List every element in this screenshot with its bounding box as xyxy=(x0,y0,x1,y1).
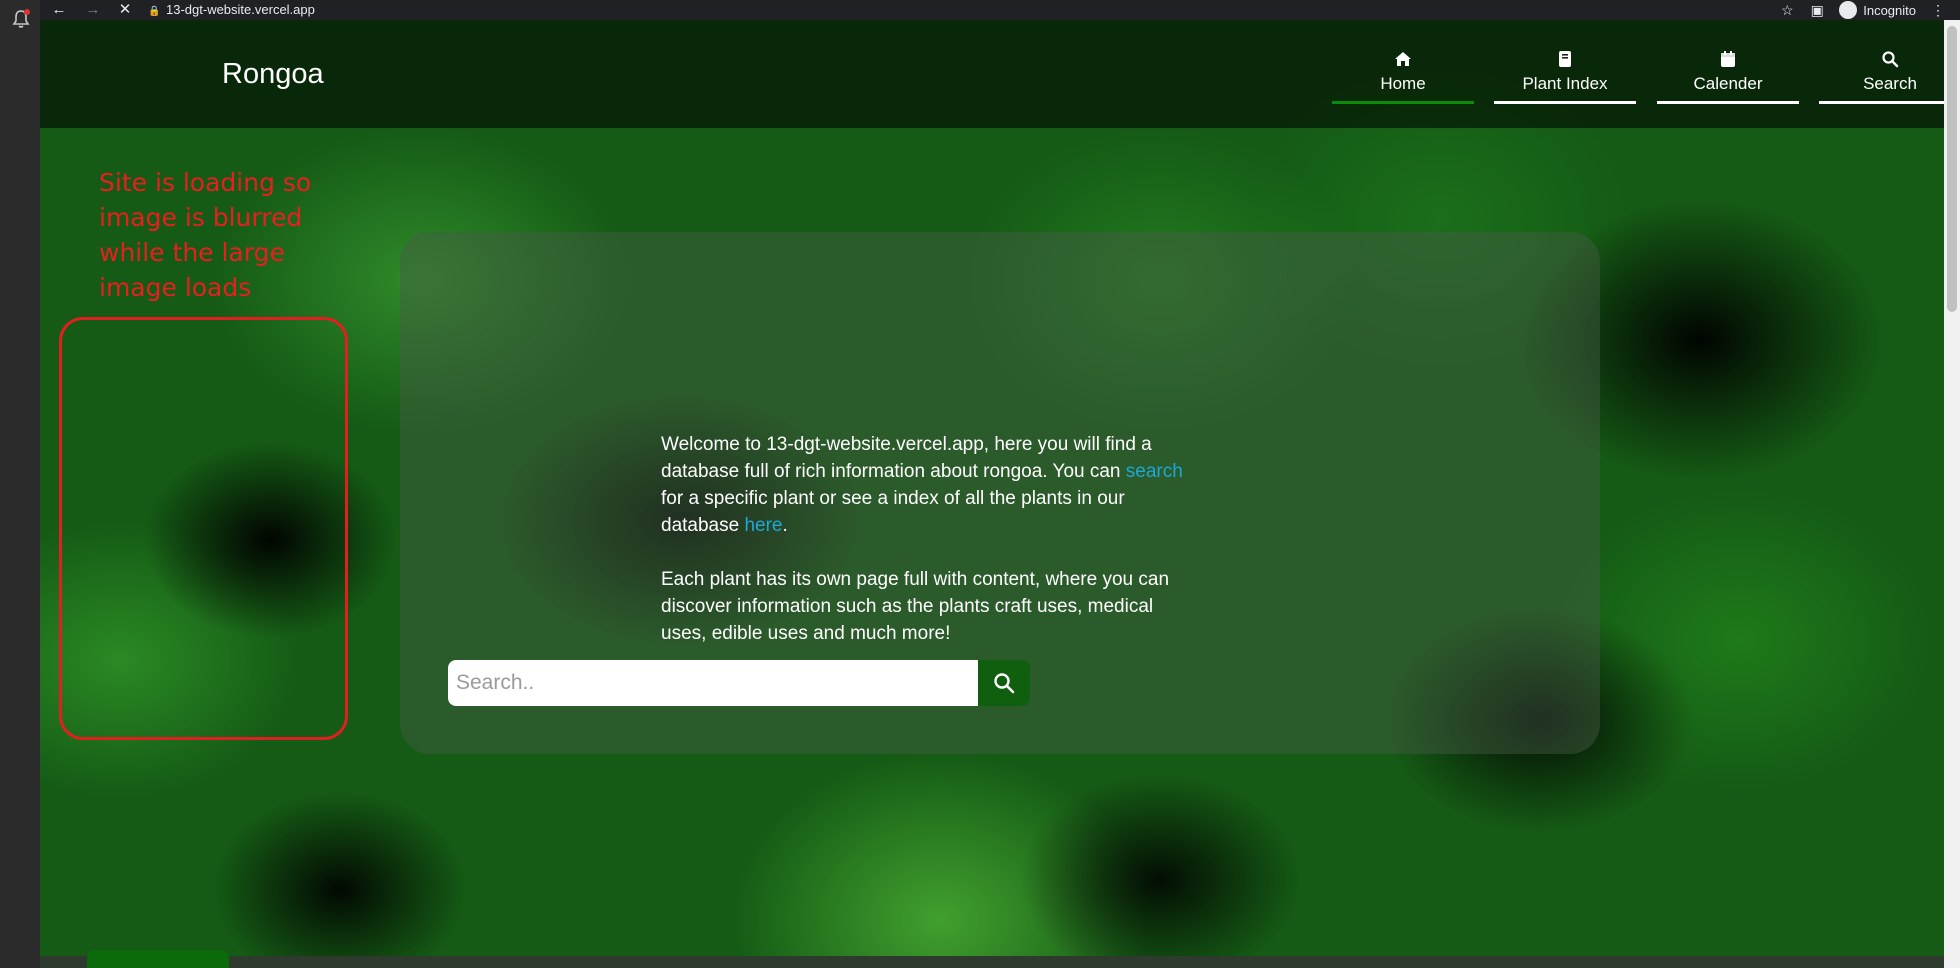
plant-index-link[interactable]: here xyxy=(744,515,782,536)
incognito-badge[interactable]: Incognito xyxy=(1839,1,1916,19)
welcome-text-part: Welcome to 13-dgt-website.vercel.app, he… xyxy=(661,434,1152,482)
site-header: Rongoa Home Plant Index Calender Search xyxy=(40,20,1944,128)
os-taskbar xyxy=(0,0,40,968)
home-icon xyxy=(1332,50,1474,72)
search-icon xyxy=(1819,50,1944,72)
book-icon xyxy=(1494,50,1636,72)
bookmark-star-icon[interactable]: ☆ xyxy=(1779,2,1795,18)
annotation-highlight-box xyxy=(59,317,348,740)
nav-calender[interactable]: Calender xyxy=(1657,50,1799,104)
search-bar xyxy=(448,660,1030,706)
welcome-paragraph-1: Welcome to 13-dgt-website.vercel.app, he… xyxy=(661,431,1183,539)
site-logo-text[interactable]: Rongoa xyxy=(222,58,324,91)
loading-annotation-text: Site is loading so image is blurred whil… xyxy=(99,168,312,302)
search-submit-button[interactable] xyxy=(978,660,1030,706)
stop-loading-icon[interactable]: ✕ xyxy=(116,1,134,19)
nav-underline xyxy=(1332,101,1474,104)
incognito-label: Incognito xyxy=(1863,2,1916,18)
welcome-text-part: . xyxy=(782,515,788,536)
forward-arrow-icon[interactable]: → xyxy=(84,1,102,19)
welcome-text-part: for a specific plant or see a index of a… xyxy=(661,488,1125,536)
nav-search[interactable]: Search xyxy=(1819,50,1944,104)
kebab-menu-icon[interactable]: ⋮ xyxy=(1930,2,1946,18)
calendar-icon xyxy=(1657,50,1799,72)
notification-bell-icon[interactable] xyxy=(10,8,32,30)
page-viewport: Rongoa Home Plant Index Calender Search … xyxy=(40,20,1944,968)
nav-calender-label: Calender xyxy=(1693,74,1763,93)
nav-home-label: Home xyxy=(1380,74,1426,93)
welcome-paragraph-2: Each plant has its own page full with co… xyxy=(661,569,1170,644)
page-scrollbar[interactable] xyxy=(1944,20,1960,968)
nav-home[interactable]: Home xyxy=(1332,50,1474,104)
nav-plant-index-label: Plant Index xyxy=(1522,74,1608,93)
search-icon xyxy=(994,673,1015,694)
search-link[interactable]: search xyxy=(1126,461,1183,482)
nav-underline xyxy=(1819,101,1944,104)
browser-toolbar: ← → ✕ 🔒 13-dgt-website.vercel.app ☆ ▣ Inc… xyxy=(40,0,1960,20)
side-panel-icon[interactable]: ▣ xyxy=(1809,2,1825,18)
welcome-text: Welcome to 13-dgt-website.vercel.app, he… xyxy=(661,431,1183,674)
nav-underline xyxy=(1657,101,1799,104)
incognito-icon xyxy=(1839,1,1858,19)
nav-underline xyxy=(1494,101,1636,104)
back-arrow-icon[interactable]: ← xyxy=(50,1,68,19)
lock-icon: 🔒 xyxy=(148,6,161,17)
page-bottom-strip xyxy=(40,956,1944,968)
nav-plant-index[interactable]: Plant Index xyxy=(1494,50,1636,104)
address-bar[interactable]: 🔒 13-dgt-website.vercel.app xyxy=(148,0,315,20)
url-text: 13-dgt-website.vercel.app xyxy=(166,2,315,17)
scrollbar-thumb[interactable] xyxy=(1947,26,1957,312)
nav-search-label: Search xyxy=(1863,74,1917,93)
search-input[interactable] xyxy=(448,660,978,706)
bottom-green-tab[interactable] xyxy=(87,950,229,968)
